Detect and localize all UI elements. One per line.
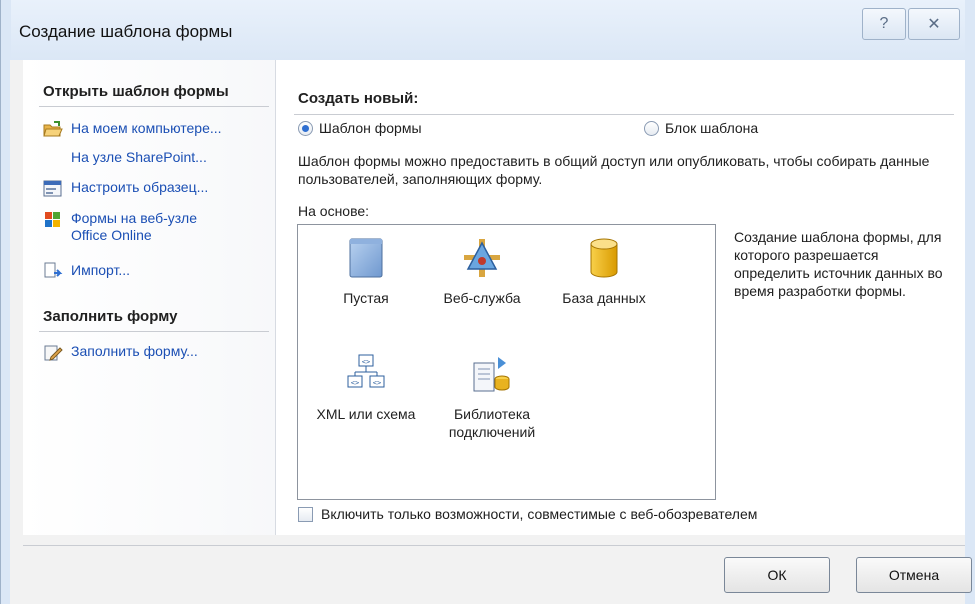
import-label: Импорт...	[71, 262, 131, 278]
create-new-header: Создать новый:	[298, 90, 419, 107]
template-basis-list[interactable]: Пустая Веб-служба База данных <> <> <> X…	[297, 224, 716, 500]
svg-text:<>: <>	[351, 379, 359, 387]
left-divider-2	[39, 331, 269, 332]
browser-compatible-checkbox-label: Включить только возможности, совместимые…	[321, 506, 758, 522]
fill-form-link[interactable]: Заполнить форму...	[43, 343, 198, 363]
radio-template-part[interactable]: Блок шаблона	[644, 120, 758, 136]
customize-sample-link[interactable]: Настроить образец...	[43, 179, 208, 199]
close-button[interactable]: ✕	[908, 8, 960, 40]
tile-database[interactable]: База данных	[544, 237, 664, 307]
window-frame-right	[965, 0, 975, 604]
blank-form-icon	[349, 238, 383, 278]
left-divider	[39, 106, 269, 107]
browser-compatible-checkbox-box[interactable]	[298, 506, 313, 522]
tile-database-label: База данных	[562, 290, 646, 306]
radio-form-template[interactable]: Шаблон формы	[298, 120, 422, 136]
radio-form-template-label: Шаблон формы	[319, 120, 422, 136]
basis-description: Создание шаблона формы, для которого раз…	[734, 229, 943, 299]
database-icon	[590, 238, 618, 278]
help-icon: ?	[879, 15, 889, 32]
open-on-my-computer-link[interactable]: На моем компьютере...	[43, 120, 222, 140]
dialog-window: Создание шаблона формы ? ✕ Открыть шабло…	[0, 0, 975, 604]
tile-xml-schema-label: XML или схема	[316, 406, 416, 422]
title-bar: Создание шаблона формы ? ✕	[0, 0, 975, 60]
web-service-icon	[464, 239, 500, 277]
tile-blank[interactable]: Пустая	[326, 237, 406, 307]
tile-connection-library-label: Библиотека подключений	[448, 406, 536, 440]
radio-template-part-label: Блок шаблона	[665, 120, 759, 136]
ok-button[interactable]: ОК	[724, 557, 830, 593]
cancel-button[interactable]: Отмена	[856, 557, 972, 593]
open-on-sharepoint-link[interactable]: На узле SharePoint...	[71, 149, 207, 166]
office-online-icon	[45, 212, 60, 227]
radio-template-part-indicator[interactable]	[644, 120, 659, 136]
open-on-sharepoint-label: На узле SharePoint...	[71, 149, 207, 165]
open-on-my-computer-label: На моем компьютере...	[71, 120, 222, 136]
tile-web-service-label: Веб-служба	[443, 290, 521, 306]
help-button[interactable]: ?	[862, 8, 906, 40]
bottom-divider	[23, 545, 965, 546]
fill-form-icon	[44, 345, 63, 361]
office-online-forms-label: Формы на веб-узле Office Online	[71, 210, 198, 243]
customize-sample-icon	[43, 180, 62, 197]
tile-connection-library[interactable]: Библиотека подключений	[434, 353, 550, 441]
tile-web-service[interactable]: Веб-служба	[432, 237, 532, 307]
dialog-title: Создание шаблона формы	[19, 22, 233, 41]
close-icon: ✕	[927, 16, 941, 33]
right-pane: Создать новый: Шаблон формы Блок шаблона…	[276, 60, 965, 535]
left-pane: Открыть шаблон формы На моем компьютере.…	[23, 60, 276, 535]
template-description: Шаблон формы можно предоставить в общий …	[298, 153, 930, 187]
svg-text:<>: <>	[362, 358, 370, 366]
open-folder-icon	[43, 121, 63, 137]
import-link[interactable]: Импорт...	[43, 262, 130, 282]
based-on-label: На основе:	[298, 203, 370, 219]
fill-form-header: Заполнить форму	[43, 308, 178, 325]
fill-form-label: Заполнить форму...	[71, 343, 198, 359]
svg-text:<>: <>	[373, 379, 381, 387]
office-online-forms-link[interactable]: Формы на веб-узле Office Online	[43, 210, 231, 244]
tile-blank-label: Пустая	[343, 290, 389, 306]
open-template-header: Открыть шаблон формы	[43, 83, 229, 100]
browser-compatible-checkbox[interactable]: Включить только возможности, совместимые…	[298, 506, 757, 522]
xml-schema-icon: <> <> <>	[347, 354, 385, 388]
customize-sample-label: Настроить образец...	[71, 179, 209, 195]
import-icon	[44, 262, 63, 278]
connection-library-icon	[473, 357, 510, 392]
right-divider	[294, 114, 954, 115]
radio-form-template-indicator[interactable]	[298, 120, 313, 136]
tile-xml-schema[interactable]: <> <> <> XML или схема	[304, 353, 428, 423]
